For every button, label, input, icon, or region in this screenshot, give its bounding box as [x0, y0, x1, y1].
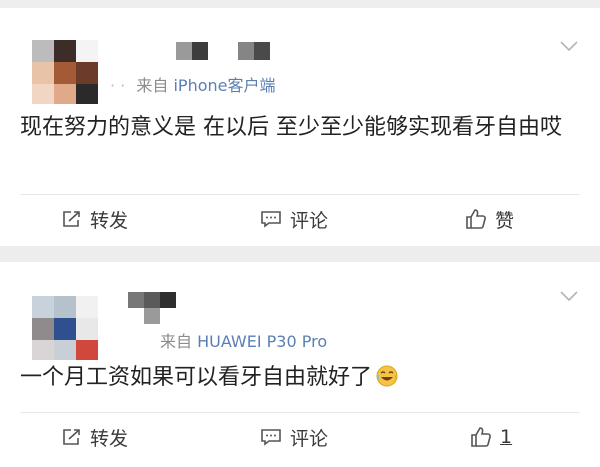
repost-button[interactable]: 转发 [62, 417, 128, 457]
thumbs-up-icon [471, 427, 491, 447]
post-content-text: 一个月工资如果可以看牙自由就好了 [20, 365, 373, 390]
post-time-masked: · · [110, 76, 126, 95]
repost-button[interactable]: 转发 [62, 199, 128, 239]
source-prefix: 来自 [160, 332, 193, 351]
username-masked[interactable] [176, 42, 276, 60]
like-button[interactable]: 赞 [465, 199, 514, 239]
top-spacer [0, 0, 600, 8]
chevron-down-icon[interactable] [560, 290, 578, 302]
source-device-link[interactable]: HUAWEI P30 Pro [197, 332, 327, 351]
divider [20, 412, 580, 413]
like-button[interactable]: 1 [470, 417, 512, 457]
action-bar: 转发 评论 1 [0, 417, 600, 457]
like-count: 1 [500, 426, 513, 448]
avatar[interactable] [32, 296, 98, 360]
comment-icon [261, 211, 281, 228]
post-content: 一个月工资如果可以看牙自由就好了 [20, 360, 580, 396]
divider [20, 194, 580, 195]
repost-label: 转发 [90, 427, 129, 450]
post-meta: 来自 HUAWEI P30 Pro [160, 328, 327, 352]
like-label: 赞 [495, 209, 515, 232]
post-meta: · · 来自 iPhone客户端 [110, 72, 275, 96]
comment-button[interactable]: 评论 [260, 417, 328, 457]
thumbs-up-icon [466, 209, 486, 229]
username-masked[interactable] [128, 292, 188, 326]
post-content: 现在努力的意义是 在以后 至少至少能够实现看牙自由哎 [20, 115, 562, 140]
repost-icon [63, 211, 80, 227]
source-device-link[interactable]: iPhone客户端 [173, 76, 275, 95]
comment-label: 评论 [290, 209, 329, 232]
comment-label: 评论 [290, 427, 329, 450]
repost-icon [63, 429, 80, 445]
chevron-down-icon[interactable] [560, 40, 578, 52]
source-prefix: 来自 [136, 76, 169, 95]
avatar[interactable] [32, 40, 98, 104]
post-card-2: 来自 HUAWEI P30 Pro 一个月工资如果可以看牙自由就好了 转发 评论… [0, 262, 600, 467]
laughing-crying-emoji-icon [376, 365, 398, 387]
action-bar: 转发 评论 赞 [0, 199, 600, 239]
comment-button[interactable]: 评论 [260, 199, 328, 239]
repost-label: 转发 [90, 209, 129, 232]
comment-icon [261, 429, 281, 446]
post-card-1: · · 来自 iPhone客户端 现在努力的意义是 在以后 至少至少能够实现看牙… [0, 8, 600, 246]
